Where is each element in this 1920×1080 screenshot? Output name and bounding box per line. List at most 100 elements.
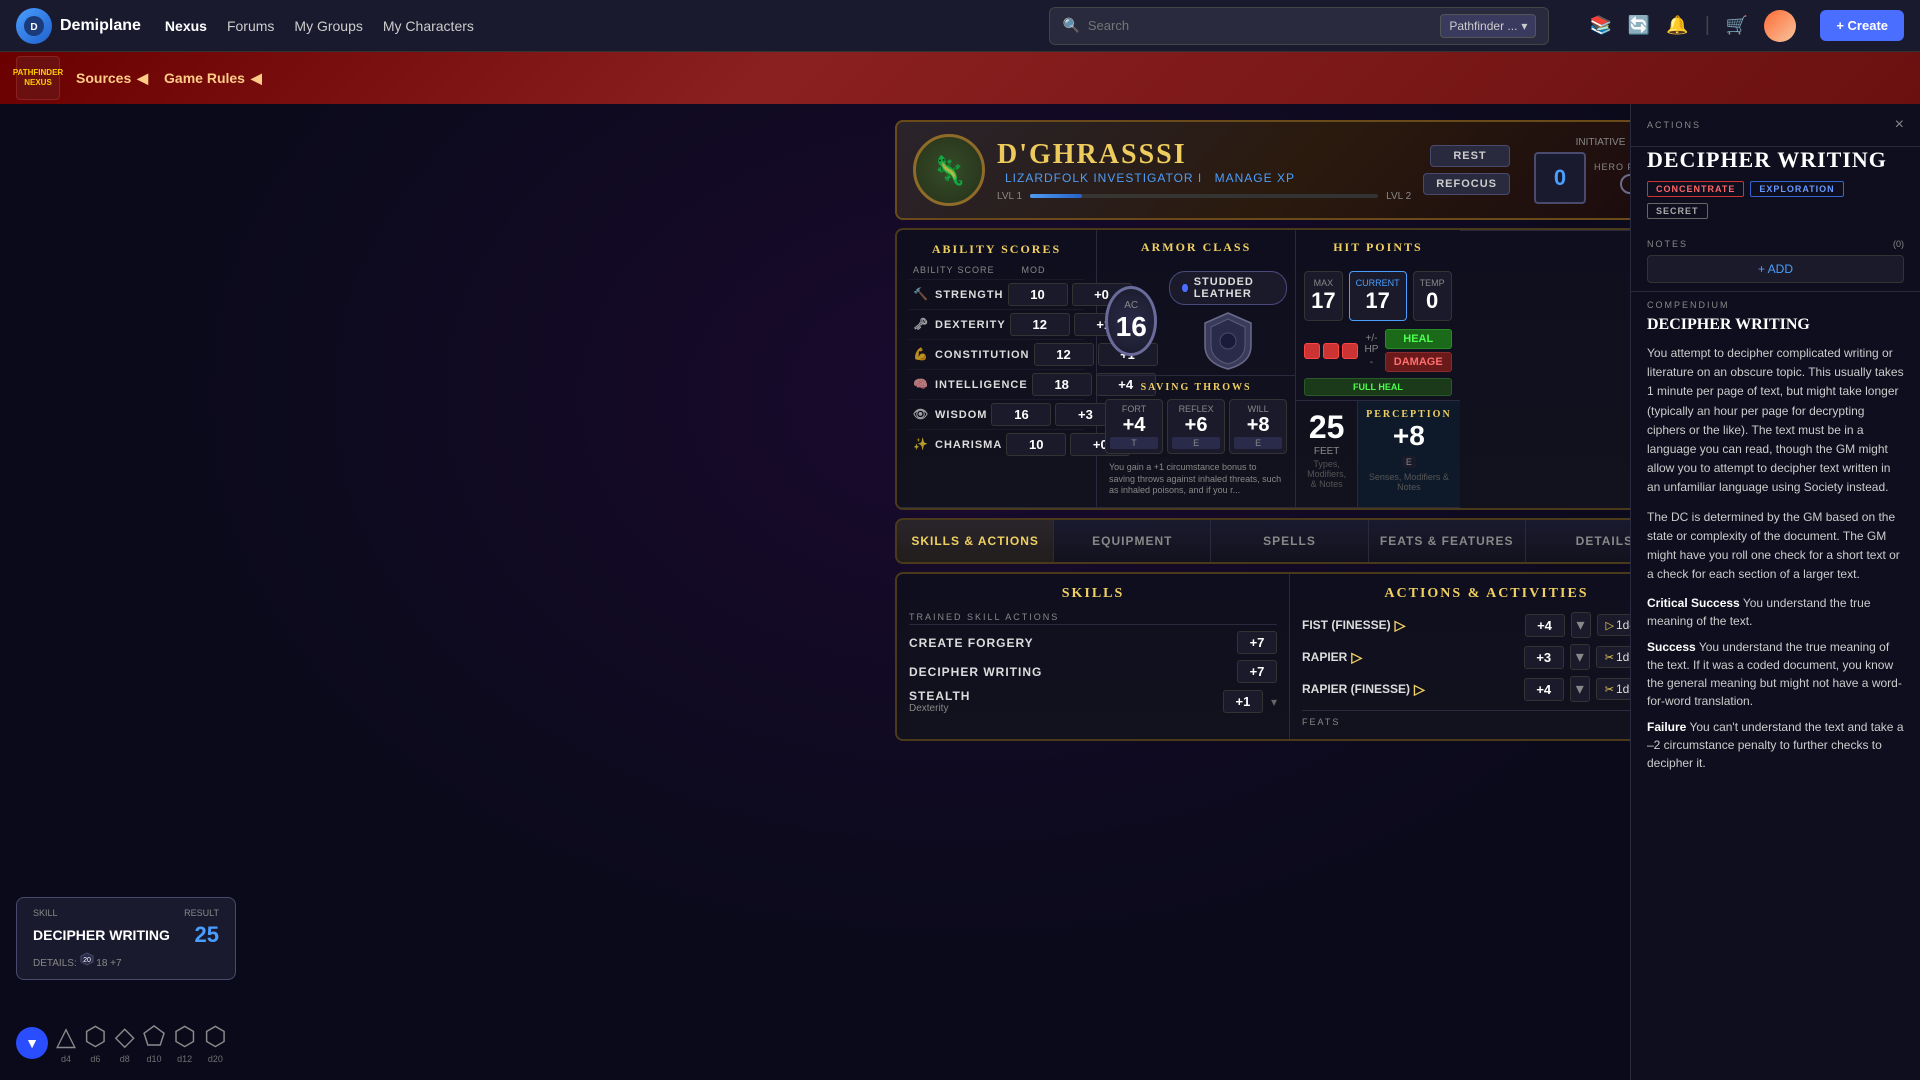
- save-fort[interactable]: FORT +4 T: [1105, 399, 1163, 454]
- intelligence-score[interactable]: 18: [1032, 373, 1092, 396]
- dice-d12[interactable]: ⬡ d12: [173, 1021, 196, 1064]
- nav-my-groups[interactable]: My Groups: [294, 18, 362, 34]
- hp-current-box[interactable]: CURRENT 17: [1349, 271, 1407, 321]
- save-will[interactable]: WILL +8 E: [1229, 399, 1287, 454]
- game-rules-nav-item[interactable]: Game Rules ◀: [164, 70, 262, 87]
- heal-button[interactable]: HEAL: [1385, 329, 1452, 349]
- character-avatar[interactable]: 🦎: [913, 134, 985, 206]
- action-row-rapier: RAPIER ▷ +3 ▾ ✂ 1d6 ▾: [1302, 644, 1671, 670]
- d12-label: d12: [177, 1054, 192, 1064]
- hp-dice-2: [1323, 343, 1339, 359]
- nav-my-characters[interactable]: My Characters: [383, 18, 474, 34]
- detail-label: DETAILS:: [33, 958, 77, 969]
- manage-xp-link[interactable]: MANAGE XP: [1215, 171, 1295, 185]
- skill-result-value: 25: [195, 922, 219, 948]
- skill-result-detail: DETAILS: 20 18 +7: [33, 952, 219, 969]
- create-button[interactable]: + Create: [1820, 10, 1904, 41]
- rapier-dropdown[interactable]: ▾: [1570, 644, 1590, 670]
- tab-feats-features[interactable]: FEATS & FEATURES: [1369, 520, 1526, 562]
- notes-header: NOTES (0): [1647, 239, 1904, 249]
- rest-button[interactable]: REST: [1430, 145, 1510, 167]
- initiative-value[interactable]: 0: [1534, 152, 1586, 204]
- svg-text:20: 20: [83, 957, 91, 964]
- save-reflex[interactable]: REFLEX +6 E: [1167, 399, 1225, 454]
- refocus-button[interactable]: REFOCUS: [1423, 173, 1510, 195]
- avatar-emoji: 🦎: [932, 154, 967, 187]
- dice-d20[interactable]: ⬡ d20: [204, 1021, 227, 1064]
- damage-button[interactable]: DAMAGE: [1385, 352, 1452, 372]
- hp-dice-3: [1342, 343, 1358, 359]
- cart-icon[interactable]: 🛒: [1726, 15, 1748, 36]
- dice-d8[interactable]: ◇ d8: [115, 1021, 135, 1064]
- dice-d10[interactable]: ⬠ d10: [143, 1021, 166, 1064]
- armor-name-box[interactable]: STUDDED LEATHER: [1169, 271, 1287, 305]
- tab-spells[interactable]: SPELLS: [1211, 520, 1368, 562]
- charisma-score[interactable]: 10: [1006, 433, 1066, 456]
- speed-note: Types, Modifiers, & Notes: [1304, 459, 1349, 489]
- ability-charisma-name: ✨CHARISMA: [913, 437, 1002, 453]
- d20-shape: ⬡: [204, 1021, 227, 1052]
- game-rules-chevron-icon: ◀: [251, 70, 262, 87]
- sources-nav-item[interactable]: Sources ◀: [76, 70, 148, 87]
- add-note-button[interactable]: + ADD: [1647, 255, 1904, 283]
- constitution-score[interactable]: 12: [1034, 343, 1094, 366]
- d4-label: d4: [61, 1054, 71, 1064]
- character-panel: 🦎 D'GHRASSSI LIZARDFOLK INVESTIGATOR I M…: [895, 120, 1685, 1064]
- search-system-dropdown[interactable]: Pathfinder ... ▾: [1440, 14, 1536, 38]
- hp-temp-box[interactable]: TEMP 0: [1413, 271, 1452, 321]
- close-panel-button[interactable]: ×: [1895, 116, 1904, 134]
- ac-circle[interactable]: AC 16: [1105, 286, 1157, 356]
- logo-icon: D: [16, 8, 52, 44]
- skill-create-forgery-value[interactable]: +7: [1237, 631, 1277, 654]
- fist-dropdown[interactable]: ▾: [1571, 612, 1591, 638]
- tab-equipment[interactable]: EQUIPMENT: [1054, 520, 1211, 562]
- library-icon[interactable]: 📚: [1589, 15, 1611, 36]
- skills-section: SKILLS TRAINED SKILL ACTIONS CREATE FORG…: [895, 572, 1685, 741]
- perception-value[interactable]: +8: [1366, 420, 1452, 452]
- speed-section: 25 FEET Types, Modifiers, & Notes: [1296, 401, 1358, 507]
- rapier-finesse-dropdown[interactable]: ▾: [1570, 676, 1590, 702]
- nav-forums[interactable]: Forums: [227, 18, 274, 34]
- hp-dice-1: [1304, 343, 1320, 359]
- dice-d6[interactable]: ⬡ d6: [84, 1021, 107, 1064]
- wisdom-score[interactable]: 16: [991, 403, 1051, 426]
- refresh-icon[interactable]: 🔄: [1628, 15, 1650, 36]
- hp-minus-label[interactable]: -: [1364, 357, 1379, 368]
- saving-throws-grid: FORT +4 T REFLEX +6 E WILL +: [1105, 399, 1287, 454]
- hp-temp-label: TEMP: [1420, 278, 1445, 288]
- character-header: 🦎 D'GHRASSSI LIZARDFOLK INVESTIGATOR I M…: [895, 120, 1685, 220]
- skill-decipher-writing-value[interactable]: +7: [1237, 660, 1277, 683]
- speed-value: 25: [1304, 409, 1349, 446]
- nav-links: Nexus Forums My Groups My Characters: [165, 18, 474, 34]
- armor-class-content: AC 16 STUDDED LEATHER: [1097, 267, 1295, 375]
- tab-skills-actions[interactable]: SKILLS & ACTIONS: [897, 520, 1054, 562]
- bell-icon[interactable]: 🔔: [1666, 15, 1688, 36]
- pathfinder-logo[interactable]: PATHFINDERNEXUS: [16, 56, 60, 100]
- fist-modifier[interactable]: +4: [1525, 614, 1565, 637]
- logo[interactable]: D Demiplane: [16, 8, 141, 44]
- dice-d4[interactable]: △ d4: [56, 1021, 76, 1064]
- top-navigation: D Demiplane Nexus Forums My Groups My Ch…: [0, 0, 1920, 52]
- actions-activities-panel: ACTIONS & ACTIVITIES FIST (FINESSE) ▷ +4…: [1290, 574, 1683, 739]
- strength-icon: 🔨: [913, 287, 929, 303]
- strength-score[interactable]: 10: [1008, 283, 1068, 306]
- user-avatar[interactable]: [1764, 10, 1796, 42]
- rapier-modifier[interactable]: +3: [1524, 646, 1564, 669]
- search-bar: 🔍 Pathfinder ... ▾: [1049, 7, 1549, 45]
- search-input[interactable]: [1088, 18, 1432, 33]
- d8-shape: ◇: [115, 1021, 135, 1052]
- ac-value: 16: [1116, 311, 1147, 343]
- compendium-description: You attempt to decipher complicated writ…: [1647, 344, 1904, 498]
- skill-row-stealth: STEALTH Dexterity +1 ▾: [909, 689, 1277, 714]
- rapier-finesse-modifier[interactable]: +4: [1524, 678, 1564, 701]
- dexterity-score[interactable]: 12: [1010, 313, 1070, 336]
- stealth-expand-icon[interactable]: ▾: [1271, 695, 1277, 709]
- nav-nexus[interactable]: Nexus: [165, 18, 207, 34]
- full-heal-button[interactable]: FULL HEAL: [1304, 378, 1452, 396]
- skill-row-decipher-writing: DECIPHER WRITING +7: [909, 660, 1277, 683]
- dice-tray-toggle[interactable]: ▼: [16, 1027, 48, 1059]
- main-content: 🦎 D'GHRASSSI LIZARDFOLK INVESTIGATOR I M…: [0, 104, 1920, 1080]
- xp-bar-container: LVL 1 LVL 2: [997, 191, 1411, 202]
- rapier-action-icon: ▷: [1351, 649, 1362, 666]
- skill-stealth-value[interactable]: +1: [1223, 690, 1263, 713]
